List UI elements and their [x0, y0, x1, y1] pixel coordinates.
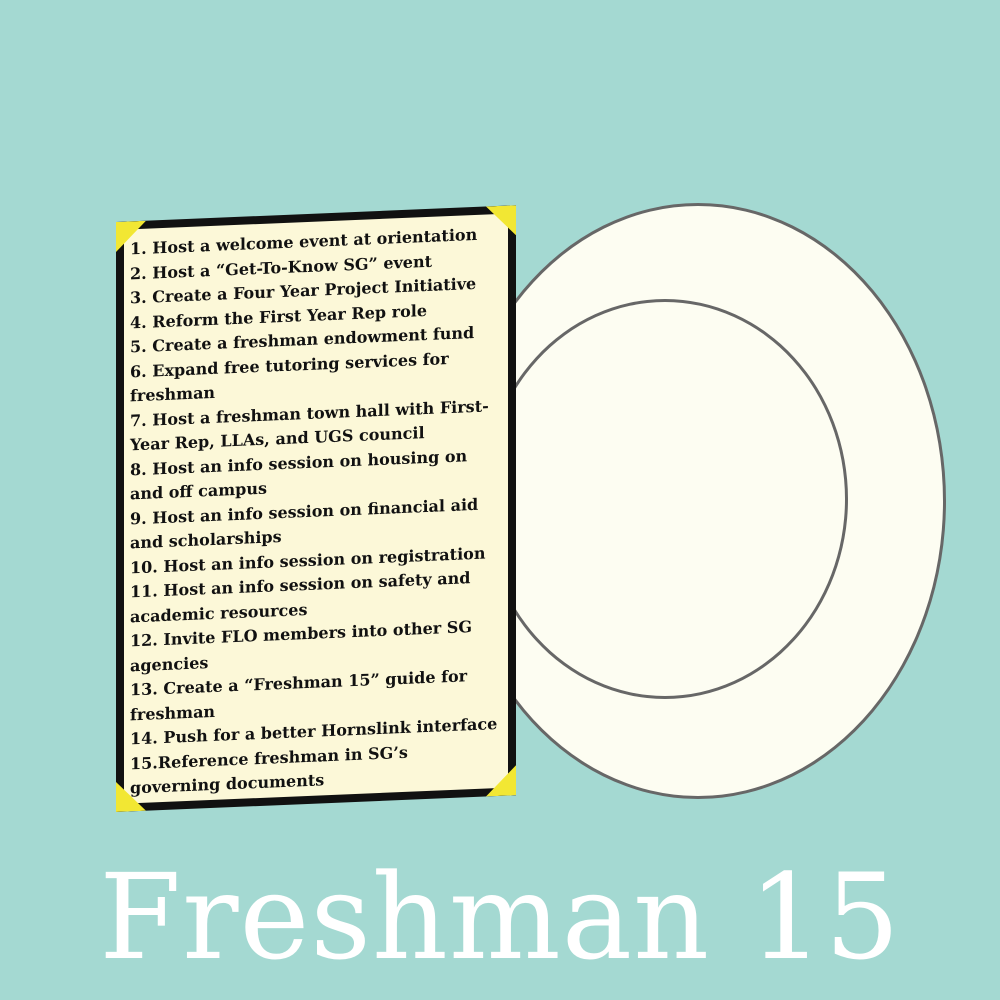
menu-paper: 1. Host a welcome event at orientation 2… [124, 213, 508, 804]
menu-list: 1. Host a welcome event at orientation 2… [130, 222, 502, 801]
page-title: Freshman 15 [99, 848, 901, 986]
menu-card: 1. Host a welcome event at orientation 2… [116, 205, 516, 812]
plate-inner-rim [482, 299, 848, 699]
